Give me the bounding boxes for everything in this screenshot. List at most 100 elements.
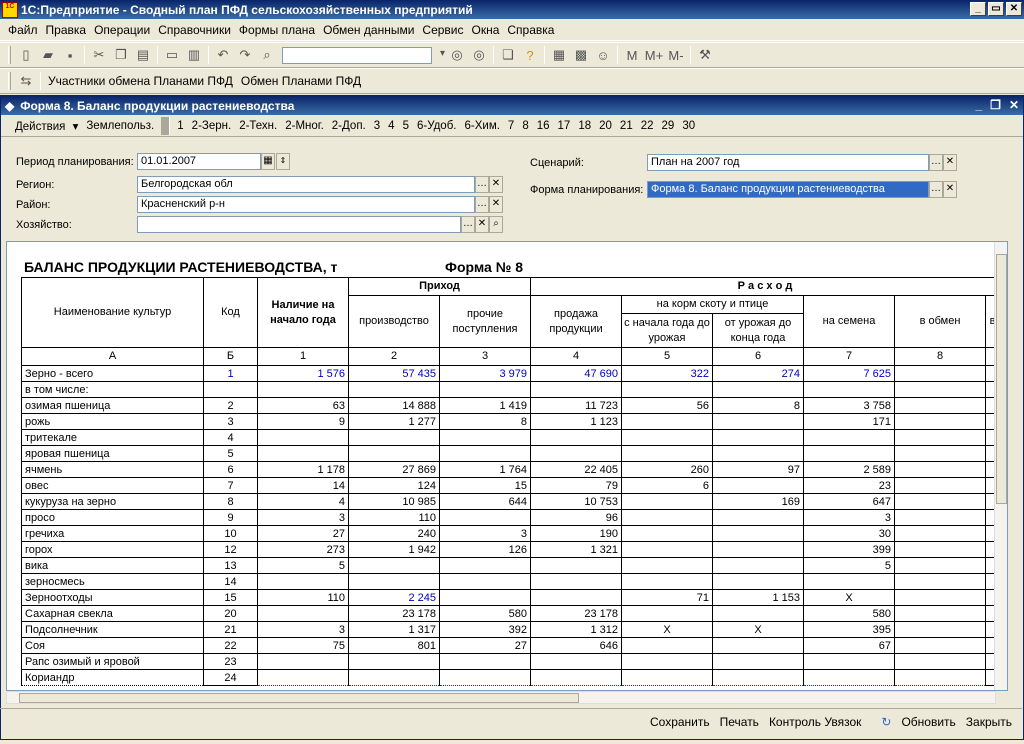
print-button[interactable]: Печать <box>720 715 759 729</box>
doc-close-button[interactable]: ✕ <box>1009 98 1019 112</box>
cell-c6[interactable]: X <box>712 621 804 638</box>
calendar-button-icon[interactable]: ▦ <box>261 153 275 170</box>
cell-c1[interactable] <box>257 573 349 590</box>
cell-c7[interactable]: 399 <box>803 541 895 558</box>
calculator-icon[interactable]: ▦ <box>548 45 570 65</box>
cell-c8[interactable] <box>894 397 986 414</box>
cell-c3[interactable] <box>439 509 531 526</box>
cell-c5[interactable]: 56 <box>621 397 713 414</box>
calendar-icon[interactable]: ▩ <box>570 45 592 65</box>
help-icon[interactable]: ? <box>519 45 541 65</box>
cell-c7[interactable]: 580 <box>803 605 895 622</box>
cell-c8[interactable] <box>894 621 986 638</box>
farm-search-icon[interactable]: ⌕ <box>489 216 503 233</box>
actions-menu[interactable]: Действия ▾ <box>7 119 82 133</box>
cell-c5[interactable]: 322 <box>621 365 713 382</box>
cell-c4[interactable] <box>530 557 622 574</box>
memory-button[interactable]: M <box>621 45 643 65</box>
cell-c5[interactable] <box>621 445 713 462</box>
tab-form-6-udob[interactable]: 6-Удоб. <box>413 120 461 132</box>
cell-c2[interactable]: 10 985 <box>348 493 440 510</box>
control-links-button[interactable]: Контроль Увязок <box>769 715 861 729</box>
cell-c8[interactable] <box>894 429 986 446</box>
cell-c4[interactable] <box>530 445 622 462</box>
cell-c7[interactable]: 647 <box>803 493 895 510</box>
cell-c5[interactable]: 6 <box>621 477 713 494</box>
tab-form-21[interactable]: 21 <box>616 120 637 132</box>
tab-form-3[interactable]: 3 <box>370 120 384 132</box>
preview-icon[interactable]: ▥ <box>183 45 205 65</box>
cell-c6[interactable] <box>712 509 804 526</box>
cell-c3[interactable] <box>439 381 531 398</box>
user-icon[interactable]: ☺ <box>592 45 614 65</box>
cell-c6[interactable] <box>712 541 804 558</box>
tools-icon[interactable]: ⚒ <box>694 45 716 65</box>
cell-c1[interactable] <box>257 381 349 398</box>
cell-c6[interactable] <box>712 525 804 542</box>
cell-c2[interactable]: 110 <box>348 509 440 526</box>
cell-c6[interactable]: 274 <box>712 365 804 382</box>
tab-form-29[interactable]: 29 <box>658 120 679 132</box>
cell-c3[interactable] <box>439 445 531 462</box>
cell-c7[interactable] <box>803 669 895 686</box>
cell-c6[interactable] <box>712 557 804 574</box>
tab-form-1[interactable]: 1 <box>173 120 187 132</box>
cell-c5[interactable] <box>621 637 713 654</box>
cell-c1[interactable] <box>257 653 349 670</box>
maximize-button[interactable]: ▭ <box>988 2 1004 16</box>
cell-c8[interactable] <box>894 589 986 606</box>
cell-c1[interactable] <box>257 445 349 462</box>
cell-c2[interactable] <box>348 573 440 590</box>
cell-c3[interactable] <box>439 429 531 446</box>
farm-select-icon[interactable]: … <box>461 216 475 233</box>
cell-c2[interactable]: 1 277 <box>348 413 440 430</box>
tab-form-2-dop[interactable]: 2-Доп. <box>328 120 370 132</box>
cell-c5[interactable] <box>621 509 713 526</box>
find-icon[interactable]: ⌕ <box>256 45 278 65</box>
spreadsheet[interactable]: БАЛАНС ПРОДУКЦИИ РАСТЕНИЕВОДСТВА, т Форм… <box>6 241 1008 691</box>
cell-c6[interactable] <box>712 381 804 398</box>
tab-form-18[interactable]: 18 <box>574 120 595 132</box>
cell-c4[interactable]: 79 <box>530 477 622 494</box>
cell-c7[interactable] <box>803 573 895 590</box>
cell-c1[interactable]: 4 <box>257 493 349 510</box>
cell-c5[interactable] <box>621 669 713 686</box>
cell-c2[interactable]: 240 <box>348 525 440 542</box>
tab-form-17[interactable]: 17 <box>554 120 575 132</box>
menu-edit[interactable]: Правка <box>42 23 91 37</box>
cell-c2[interactable]: 57 435 <box>348 365 440 382</box>
cell-c2[interactable]: 27 869 <box>348 461 440 478</box>
cell-c1[interactable]: 1 178 <box>257 461 349 478</box>
cell-c6[interactable]: 1 153 <box>712 589 804 606</box>
find-next-icon[interactable]: ◎ <box>446 45 468 65</box>
cell-c8[interactable] <box>894 573 986 590</box>
cell-c5[interactable] <box>621 573 713 590</box>
region-field[interactable]: Белгородская обл <box>137 176 475 193</box>
cell-c4[interactable]: 23 178 <box>530 605 622 622</box>
cell-c1[interactable]: 110 <box>257 589 349 606</box>
cell-c4[interactable] <box>530 653 622 670</box>
cell-c4[interactable] <box>530 429 622 446</box>
cell-c4[interactable] <box>530 589 622 606</box>
cell-c3[interactable]: 1 419 <box>439 397 531 414</box>
cell-c3[interactable]: 3 979 <box>439 365 531 382</box>
cell-c8[interactable] <box>894 557 986 574</box>
cut-icon[interactable]: ✂ <box>88 45 110 65</box>
refresh-button[interactable]: ↻ Обновить <box>871 715 955 729</box>
cell-c1[interactable]: 27 <box>257 525 349 542</box>
cell-c3[interactable]: 580 <box>439 605 531 622</box>
tab-form-6-khim[interactable]: 6-Хим. <box>461 120 504 132</box>
cell-c5[interactable] <box>621 413 713 430</box>
cell-c4[interactable] <box>530 573 622 590</box>
cell-c7[interactable]: 2 589 <box>803 461 895 478</box>
cell-c3[interactable] <box>439 589 531 606</box>
save-icon[interactable]: ▪ <box>59 45 81 65</box>
cell-c3[interactable]: 27 <box>439 637 531 654</box>
cell-c3[interactable]: 15 <box>439 477 531 494</box>
cell-c7[interactable]: 7 625 <box>803 365 895 382</box>
undo-icon[interactable]: ↶ <box>212 45 234 65</box>
menu-plan-forms[interactable]: Формы плана <box>235 23 319 37</box>
cell-c2[interactable] <box>348 653 440 670</box>
district-select-icon[interactable]: … <box>475 196 489 213</box>
cell-c7[interactable] <box>803 653 895 670</box>
